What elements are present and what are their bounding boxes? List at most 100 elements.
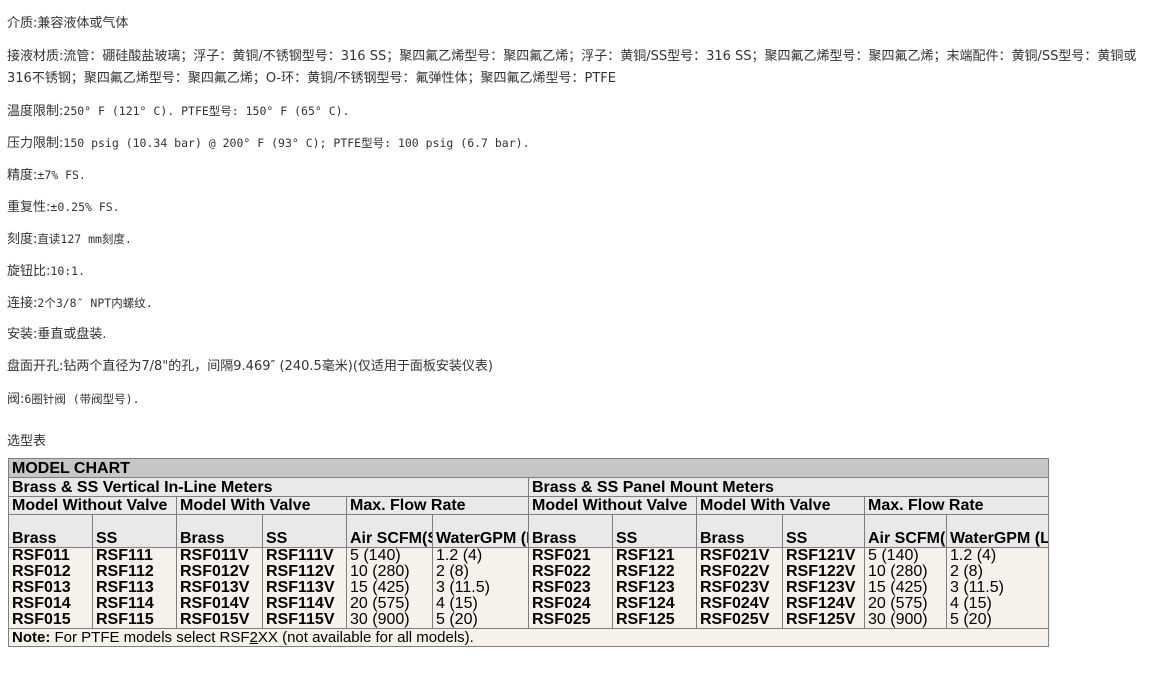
inline-brass-models: RSF011 RSF012 RSF013 RSF014 RSF015: [8, 547, 93, 629]
panel-brass-models-item: RSF025: [532, 611, 591, 628]
spec-connection-label: 连接:: [7, 296, 38, 311]
inline-water-flow: 1.2 (4) 2 (8) 3 (11.5) 4 (15) 5 (20): [432, 547, 529, 629]
col-header-ss: SS: [92, 514, 177, 548]
spec-valve-value: 6圈针阀 (带阀型号).: [24, 392, 140, 406]
panel-max-flow-header: Max. Flow Rate: [863, 496, 1050, 515]
panel-water-flow-item: 2 (8): [950, 563, 983, 580]
spec-mounting-label: 安装:: [7, 327, 38, 342]
inline-water-flow-item: 1.2 (4): [436, 547, 483, 564]
panel-ss-valve-models-item: RSF122V: [786, 563, 856, 580]
col-header-panel-water: WaterGPM (LPM): [945, 514, 1050, 548]
inline-air-flow-item: 30 (900): [350, 611, 410, 628]
panel-ss-valve-models: RSF121V RSF122V RSF123V RSF124V RSF125V: [782, 547, 865, 629]
panel-ss-valve-models-item: RSF124V: [786, 595, 856, 612]
col-header-water: WaterGPM (LPM): [432, 514, 529, 548]
inline-air-flow-item: 5 (140): [350, 547, 401, 564]
spec-scale-label: 刻度:: [7, 232, 38, 247]
inline-ss-valve-models-item: RSF112V: [266, 563, 335, 580]
group-inline-meters: Brass & SS Vertical In-Line Meters: [8, 477, 529, 497]
spec-medium: 介质:兼容液体或气体: [7, 16, 129, 31]
col-header-water-line1: Water: [436, 530, 480, 547]
spec-temperature-label: 温度限制:: [7, 104, 64, 119]
spec-connection: 连接:2个3/8″ NPT内螺纹.: [7, 292, 153, 315]
panel-ss-models-item: RSF124: [616, 595, 675, 612]
panel-air-flow: 5 (140) 10 (280) 15 (425) 20 (575) 30 (900): [864, 547, 947, 629]
spec-scale-value: 直读127 mm刻度.: [37, 232, 132, 246]
panel-water-flow-item: 3 (11.5): [950, 579, 1004, 596]
spec-pressure-label: 压力限制:: [7, 136, 64, 151]
col-header-panel-ss-valve: SS: [782, 514, 865, 548]
inline-water-flow-item: 5 (20): [436, 611, 478, 628]
col-header-panel-brass: Brass: [528, 514, 613, 548]
panel-brass-models-item: RSF022: [532, 563, 591, 580]
spec-turndown: 旋钮比:10:1.: [7, 260, 85, 283]
inline-air-flow-item: 15 (425): [350, 579, 410, 596]
inline-ss-models-item: RSF114: [96, 595, 154, 612]
inline-without-valve-header: Model Without Valve: [8, 496, 177, 515]
panel-brass-valve-models-item: RSF024V: [700, 595, 770, 612]
panel-ss-valve-models-item: RSF123V: [786, 579, 856, 596]
panel-air-flow-item: 5 (140): [868, 547, 919, 564]
col-header-air-line2: (SLPM): [422, 530, 432, 547]
spec-panel-cutout: 盘面开孔:钻两个直径为7/8"的孔，间隔9.469″ (240.5毫米)(仅适用…: [7, 359, 493, 374]
inline-brass-models-item: RSF014: [12, 595, 71, 612]
panel-water-flow: 1.2 (4) 2 (8) 3 (11.5) 4 (15) 5 (20): [945, 547, 1050, 629]
panel-ss-models-item: RSF125: [616, 611, 675, 628]
panel-water-flow-item: 1.2 (4): [950, 547, 997, 564]
inline-ss-valve-models-item: RSF111V: [266, 547, 334, 564]
panel-air-flow-item: 15 (425): [868, 579, 928, 596]
inline-with-valve-header: Model With Valve: [176, 496, 347, 515]
model-chart-table: MODEL CHART Brass & SS Vertical In-Line …: [7, 458, 1050, 647]
inline-brass-valve-models-item: RSF014V: [180, 595, 250, 612]
inline-ss-models-item: RSF115: [96, 611, 154, 628]
spec-repeatability-value: ±0.25% FS.: [50, 200, 120, 214]
inline-brass-valve-models-item: RSF012V: [180, 563, 250, 580]
panel-without-valve-header: Model Without Valve: [528, 496, 697, 515]
panel-with-valve-header: Model With Valve: [696, 496, 865, 515]
inline-brass-models-item: RSF012: [12, 563, 71, 580]
inline-brass-valve-models-item: RSF013V: [180, 579, 250, 596]
chart-title: MODEL CHART: [7, 458, 1050, 478]
panel-brass-models-item: RSF024: [532, 595, 591, 612]
spec-repeatability: 重复性:±0.25% FS.: [7, 196, 120, 219]
inline-brass-valve-models-item: RSF015V: [180, 611, 250, 628]
note-text-underlined: 2: [249, 629, 258, 646]
inline-brass-valve-models-item: RSF011V: [180, 547, 249, 564]
panel-ss-models-item: RSF123: [616, 579, 675, 596]
col-header-panel-water-line2: GPM (LPM): [993, 530, 1049, 547]
panel-water-flow-item: 5 (20): [950, 611, 992, 628]
inline-water-flow-item: 2 (8): [436, 563, 469, 580]
inline-brass-models-item: RSF015: [12, 611, 71, 628]
inline-air-flow: 5 (140) 10 (280) 15 (425) 20 (575) 30 (900): [346, 547, 433, 629]
col-header-air-line1: Air SCFM: [350, 530, 422, 547]
spec-valve-label: 阀:: [7, 392, 25, 407]
spec-repeatability-label: 重复性:: [7, 200, 51, 215]
col-header-panel-ss: SS: [612, 514, 697, 548]
col-header-water-line2: GPM (LPM): [479, 530, 528, 547]
panel-brass-models: RSF021 RSF022 RSF023 RSF024 RSF025: [528, 547, 613, 629]
panel-ss-valve-models-item: RSF121V: [786, 547, 856, 564]
panel-brass-valve-models: RSF021V RSF022V RSF023V RSF024V RSF025V: [696, 547, 783, 629]
panel-brass-models-item: RSF021: [532, 547, 591, 564]
inline-brass-models-item: RSF011: [12, 547, 70, 564]
panel-ss-models-item: RSF122: [616, 563, 675, 580]
spec-turndown-label: 旋钮比:: [7, 264, 51, 279]
spec-temperature: 温度限制:250° F (121° C). PTFE型号: 150° F (65…: [7, 100, 350, 123]
inline-ss-models: RSF111 RSF112 RSF113 RSF114 RSF115: [92, 547, 177, 629]
panel-ss-valve-models-item: RSF125V: [786, 611, 856, 628]
inline-air-flow-item: 20 (575): [350, 595, 410, 612]
spec-valve: 阀:6圈针阀 (带阀型号).: [7, 388, 140, 411]
panel-ss-models-item: RSF121: [616, 547, 675, 564]
spec-connection-value: 2个3/8″ NPT内螺纹.: [37, 296, 153, 310]
spec-mounting: 安装:垂直或盘装.: [7, 324, 107, 346]
spec-pressure-value: 150 psig (10.34 bar) @ 200° F (93° C); P…: [63, 136, 530, 150]
spec-accuracy: 精度:±7% FS.: [7, 164, 86, 187]
col-header-air: Air SCFM(SLPM): [346, 514, 433, 548]
col-header-panel-air-line2: (SLPM): [940, 530, 946, 547]
note-text-a: For PTFE models select RSF: [50, 629, 250, 646]
col-header-panel-water-line1: Water: [950, 530, 994, 547]
panel-brass-models-item: RSF023: [532, 579, 591, 596]
col-header-panel-brass-valve: Brass: [696, 514, 783, 548]
col-header-panel-air: Air SCFM(SLPM): [864, 514, 947, 548]
inline-max-flow-header: Max. Flow Rate: [346, 496, 529, 515]
